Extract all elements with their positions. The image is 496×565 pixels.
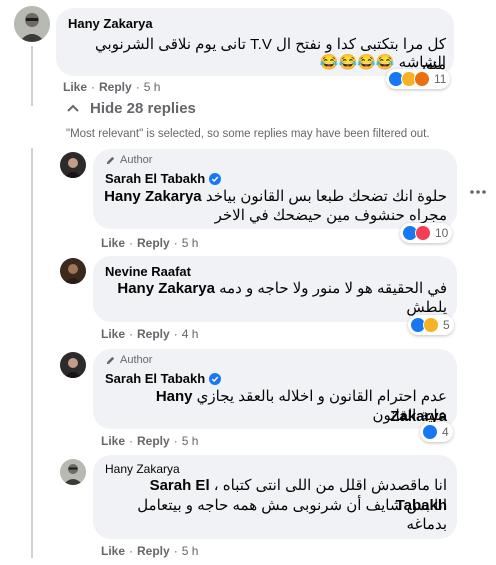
reply-text-line2: يلطش [406, 299, 447, 316]
author-badge: Author [105, 354, 152, 366]
reply-button[interactable]: Reply [99, 80, 132, 94]
avatar-hany[interactable] [60, 459, 86, 485]
reply-text-line1: حلوة انك تضحك طبعا بس القانون بياخد Hany… [104, 188, 447, 205]
author-badge: Author [105, 154, 152, 166]
reply-time[interactable]: 5 h [182, 434, 199, 448]
avatar-sarah[interactable] [60, 352, 86, 378]
reply-bubble: Author Sarah El Tabakh عدم احترام القانو… [93, 349, 457, 429]
like-reaction-icon [422, 424, 438, 440]
reply-text-line2: مجراه حنشوف مين حيضحك في الاخر [214, 207, 447, 224]
like-button[interactable]: Like [101, 236, 125, 250]
haha-reaction-icon [423, 317, 439, 333]
reply-actions: Like · Reply · 5 h [101, 434, 199, 448]
reply-button[interactable]: Reply [137, 434, 170, 448]
avatar-nevine[interactable] [60, 258, 86, 284]
comment-bubble: Hany Zakarya كل مرا بتكتبى كدا و نفتح ال… [56, 8, 454, 76]
reply-button[interactable]: Reply [137, 327, 170, 341]
reaction-count: 11 [434, 72, 447, 86]
reply-button[interactable]: Reply [137, 236, 170, 250]
reply-bubble: Author Sarah El Tabakh حلوة انك تضحك طبع… [93, 149, 457, 229]
like-button[interactable]: Like [101, 544, 125, 558]
love-reaction-icon [415, 225, 431, 241]
more-horizontal-icon [470, 190, 486, 194]
verified-icon [209, 172, 222, 185]
reply-text-line2: علية القانون [372, 407, 448, 424]
reply-text-line1: في الحقيقه هو لا منور ولا حاجه و دمه Han… [117, 280, 447, 297]
reaction-count: 5 [443, 318, 450, 332]
replies-thread-line [31, 148, 33, 558]
reply-actions: Like · Reply · 4 h [101, 327, 199, 341]
reply-time[interactable]: 4 h [182, 327, 199, 341]
verified-icon [209, 372, 222, 385]
comment-time[interactable]: 5 h [144, 80, 161, 94]
reaction-count: 10 [435, 226, 449, 240]
hide-replies-label: Hide 28 replies [90, 100, 196, 117]
reaction-summary[interactable]: 4 [420, 422, 453, 442]
reply-author: Hany Zakarya [105, 462, 180, 476]
reply-time[interactable]: 5 h [182, 544, 199, 558]
like-button[interactable]: Like [63, 80, 87, 94]
comment-actions: Like · Reply · 5 h [63, 80, 161, 94]
reaction-summary[interactable]: 11 [386, 69, 451, 89]
reply-text-line3: بدماغه [406, 516, 447, 533]
reply-actions: Like · Reply · 5 h [101, 544, 199, 558]
more-options-button[interactable] [463, 177, 493, 207]
hide-replies-button[interactable]: Hide 28 replies [66, 100, 196, 117]
reply-actions: Like · Reply · 5 h [101, 236, 199, 250]
pencil-icon [106, 156, 115, 164]
pencil-icon [106, 356, 115, 364]
like-button[interactable]: Like [101, 327, 125, 341]
reply-time[interactable]: 5 h [182, 236, 199, 250]
reply-button[interactable]: Reply [137, 544, 170, 558]
filter-note: "Most relevant" is selected, so some rep… [66, 128, 430, 140]
reply-bubble: Nevine Raafat في الحقيقه هو لا منور ولا … [93, 256, 457, 322]
reaction-summary[interactable]: 5 [408, 315, 454, 335]
comment-author[interactable]: Hany Zakarya [68, 16, 153, 31]
avatar-hany[interactable] [14, 6, 50, 42]
mention[interactable]: Hany Zakarya [104, 188, 202, 205]
avatar-sarah[interactable] [60, 152, 86, 178]
reply-author[interactable]: Nevine Raafat [105, 264, 191, 279]
thread-line [31, 46, 33, 106]
reply-text-line2: انا بس شايف أن شرنوبى مش همه حاجه و بيتع… [137, 497, 447, 514]
angry-reaction-icon [414, 71, 430, 87]
reply-author[interactable]: Sarah El Tabakh [105, 371, 222, 386]
reaction-summary[interactable]: 10 [400, 223, 453, 243]
reply-author[interactable]: Sarah El Tabakh [105, 171, 222, 186]
mention[interactable]: Hany Zakarya [117, 280, 215, 297]
like-button[interactable]: Like [101, 434, 125, 448]
reply-bubble: Hany Zakarya انا ماقصدش اقلل من اللى انت… [93, 455, 457, 539]
chevron-up-icon [67, 104, 79, 112]
reaction-count: 4 [442, 425, 449, 439]
